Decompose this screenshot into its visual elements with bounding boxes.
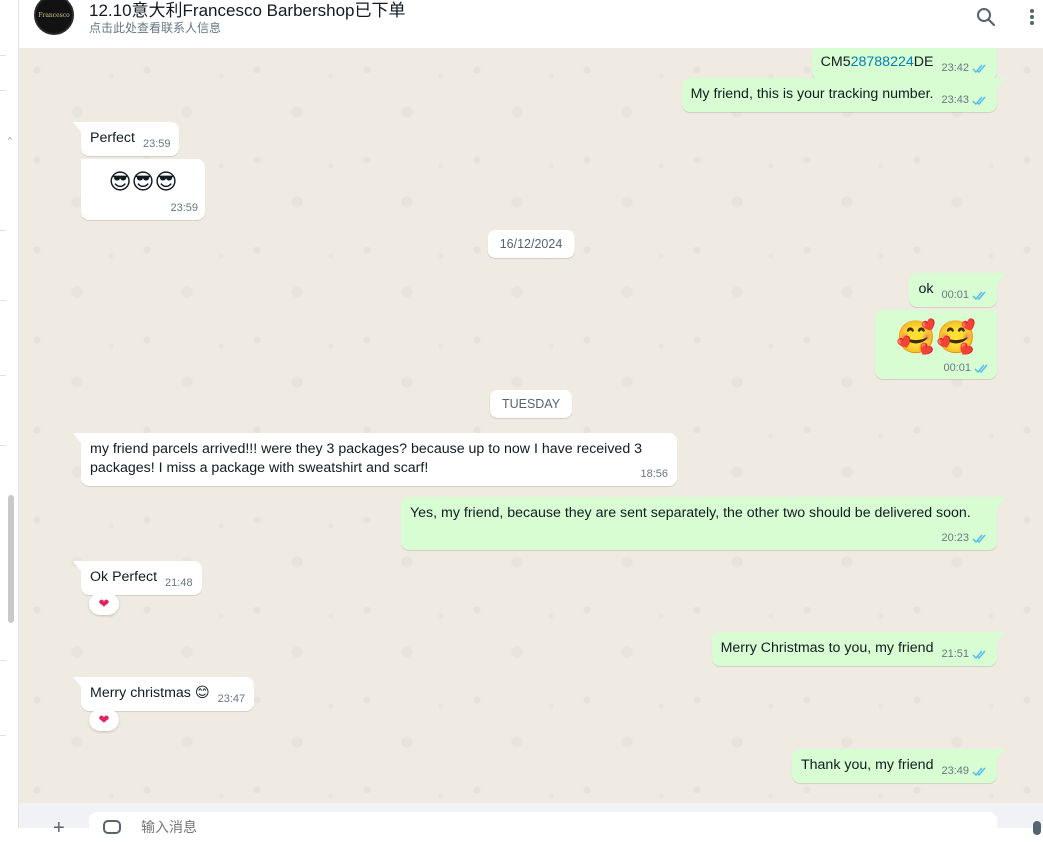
message-time: 18:56 <box>640 468 668 480</box>
message-text: Perfect <box>90 130 135 146</box>
message-incoming[interactable]: 😎😎😎 23:59 <box>81 159 205 220</box>
message-text: Thank you, my friend <box>800 757 934 773</box>
message-text: Merry Christmas to you, my friend <box>720 640 934 656</box>
message-meta: 21:48 <box>165 574 193 593</box>
collapse-caret-icon[interactable]: ^ <box>8 136 12 145</box>
emoji-icon[interactable] <box>103 820 121 834</box>
chat-header[interactable]: Francesco 12.10意大利Francesco Barbershop已下… <box>19 0 1043 48</box>
chat-title[interactable]: 12.10意大利Francesco Barbershop已下单 <box>89 0 406 21</box>
mic-icon[interactable] <box>1033 821 1041 835</box>
sidebar-divider <box>0 55 6 56</box>
message-meta: 23:42 <box>941 59 988 78</box>
menu-dots-icon <box>1030 9 1034 25</box>
composer-bar: + <box>19 803 1043 842</box>
message-outgoing[interactable]: ok 00:01 <box>909 273 1005 307</box>
double-check-icon <box>972 291 986 301</box>
message-time: 00:01 <box>943 362 971 374</box>
double-check-icon <box>974 364 988 374</box>
message-incoming[interactable]: Ok Perfect 21:48 <box>73 561 202 595</box>
heart-icon: ❤ <box>98 712 110 727</box>
message-meta: 20:23 <box>941 529 988 548</box>
message-text: my friend parcels arrived!!! were they 3… <box>90 441 646 476</box>
message-text: CM528788224DE <box>820 54 934 70</box>
message-time: 23:47 <box>217 693 246 705</box>
message-incoming[interactable]: my friend parcels arrived!!! were they 3… <box>73 433 677 486</box>
message-outgoing[interactable]: Yes, my friend, because they are sent se… <box>401 497 1005 550</box>
message-meta: 23:43 <box>941 91 988 110</box>
sidebar-divider <box>0 230 6 231</box>
double-check-icon <box>972 650 986 660</box>
message-text: Ok Perfect <box>90 569 158 585</box>
date-separator: 16/12/2024 <box>487 230 575 258</box>
attach-plus-icon[interactable]: + <box>53 817 65 840</box>
message-text: Yes, my friend, because they are sent se… <box>410 505 971 521</box>
message-emoji: 😎😎😎 <box>108 169 178 194</box>
sidebar-divider <box>0 445 6 446</box>
message-meta: 00:01 <box>941 286 988 305</box>
message-time: 21:48 <box>165 577 193 589</box>
sidebar-divider <box>0 660 6 661</box>
search-button[interactable] <box>972 4 1000 30</box>
message-time: 23:42 <box>941 62 969 74</box>
double-check-icon <box>972 96 986 106</box>
sidebar-divider <box>0 300 6 301</box>
message-meta: 18:56 <box>640 465 668 484</box>
message-meta: 23:59 <box>143 135 171 154</box>
message-meta: 21:51 <box>941 645 988 664</box>
sidebar-divider <box>0 375 6 376</box>
avatar-logo-text: Francesco <box>38 11 70 19</box>
message-outgoing[interactable]: My friend, this is your tracking number.… <box>681 78 1006 112</box>
message-input[interactable] <box>139 818 943 836</box>
message-incoming[interactable]: Perfect 23:59 <box>72 122 180 156</box>
message-outgoing[interactable]: Thank you, my friend 23:49 <box>791 749 1006 783</box>
message-input-box[interactable] <box>89 812 997 842</box>
message-meta: 23:47 <box>218 690 246 709</box>
message-emoji: 🥰🥰 <box>896 319 976 355</box>
sidebar-divider <box>0 90 6 91</box>
double-check-icon <box>972 767 986 777</box>
message-reaction[interactable]: ❤ <box>89 593 119 615</box>
message-time: 23:43 <box>941 94 969 106</box>
tracking-number-link[interactable]: 28788224 <box>851 54 914 70</box>
double-check-icon <box>972 64 986 74</box>
message-meta: 23:59 <box>89 199 198 218</box>
date-separator: TUESDAY <box>489 390 573 418</box>
sidebar-edge: ^ <box>0 0 19 828</box>
sidebar-scrollbar[interactable] <box>8 495 14 623</box>
message-text: ok <box>918 281 934 297</box>
contact-avatar[interactable]: Francesco <box>34 0 74 35</box>
message-list[interactable]: CM528788224DE 23:42 My friend, this is y… <box>19 48 1043 803</box>
message-outgoing[interactable]: Merry Christmas to you, my friend 21:51 <box>711 632 1006 666</box>
message-time: 23:59 <box>142 138 171 150</box>
message-outgoing[interactable]: 🥰🥰 00:01 <box>875 310 997 379</box>
message-time: 21:51 <box>941 648 969 660</box>
message-time: 00:01 <box>941 289 969 301</box>
sidebar-divider <box>0 735 6 736</box>
contact-info-hint[interactable]: 点击此处查看联系人信息 <box>89 19 221 36</box>
menu-button[interactable] <box>1022 4 1042 30</box>
heart-icon: ❤ <box>98 596 110 611</box>
message-time: 23:59 <box>170 202 198 214</box>
search-icon <box>977 8 996 27</box>
message-text: Merry christmas 😊 <box>90 685 210 701</box>
message-time: 23:49 <box>941 765 969 777</box>
message-meta: 23:49 <box>941 762 988 781</box>
message-time: 20:23 <box>941 532 969 544</box>
message-reaction[interactable]: ❤ <box>89 709 119 731</box>
message-text: My friend, this is your tracking number. <box>690 86 934 102</box>
double-check-icon <box>972 534 986 544</box>
message-meta: 00:01 <box>883 359 990 378</box>
message-incoming[interactable]: Merry christmas 😊 23:47 <box>72 677 255 711</box>
message-outgoing[interactable]: CM528788224DE 23:42 <box>811 48 997 80</box>
